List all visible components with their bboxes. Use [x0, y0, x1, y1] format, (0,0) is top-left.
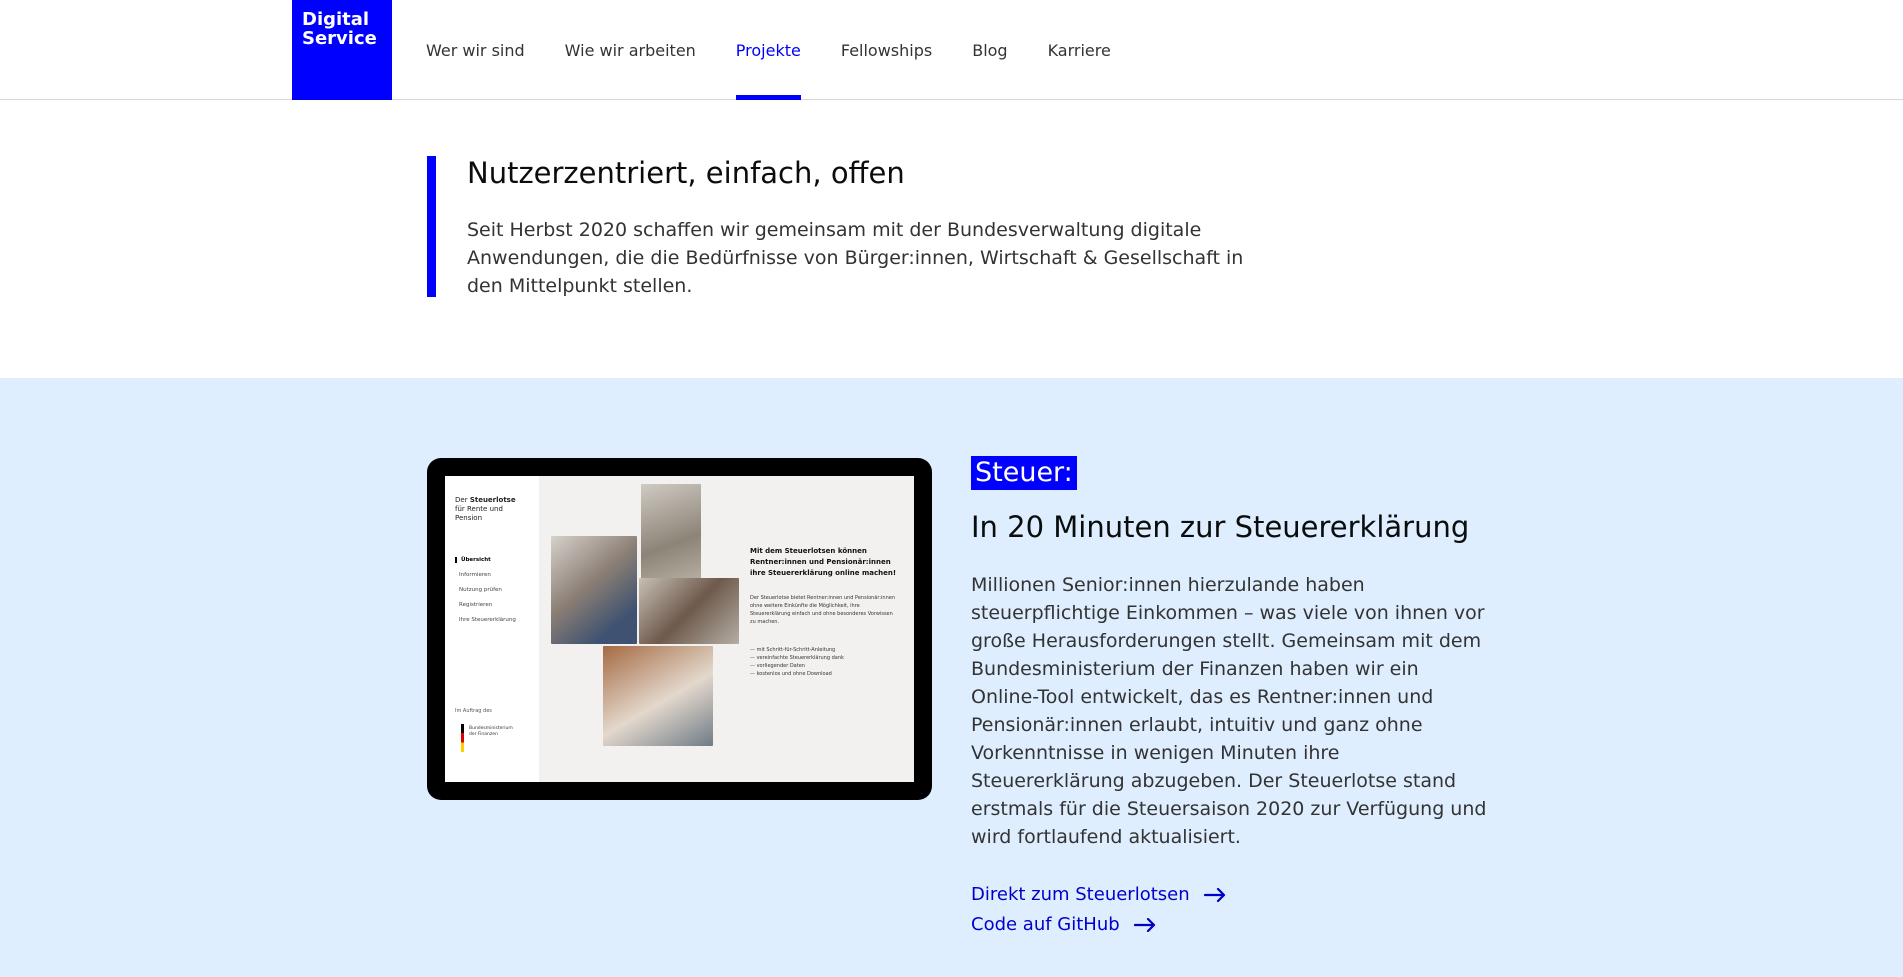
screenshot-bullet: kostenlos und ohne Download: [750, 670, 900, 678]
screenshot-bullet: vereinfachte Steuererklärung dank: [750, 654, 900, 662]
federal-flag-icon: [461, 724, 464, 752]
screenshot-brand-prefix: Der: [455, 496, 470, 504]
screenshot-main: Mit dem Steuerlotsen können Rentner:inne…: [539, 476, 914, 782]
ministry-logo: Bundesministerium der Finanzen: [469, 726, 513, 738]
intro-title: Nutzerzentriert, einfach, offen: [467, 156, 905, 190]
project-title: In 20 Minuten zur Steuererklärung: [971, 510, 1470, 544]
nav-item-blog[interactable]: Blog: [972, 0, 1007, 100]
screenshot-bullet: vorliegender Daten: [750, 662, 900, 670]
main-nav: Wer wir sind Wie wir arbeiten Projekte F…: [426, 0, 1151, 100]
nav-item-wie-wir-arbeiten[interactable]: Wie wir arbeiten: [565, 0, 696, 100]
nav-item-fellowships[interactable]: Fellowships: [841, 0, 932, 100]
nav-item-karriere[interactable]: Karriere: [1048, 0, 1111, 100]
project-tag: Steuer:: [971, 456, 1077, 490]
tablet-screen: Der Steuerlotse für Rente und Pension Üb…: [445, 476, 914, 782]
photo-woman-with-laptop: [639, 578, 739, 644]
nav-item-projekte[interactable]: Projekte: [735, 0, 801, 100]
photo-senior-with-laptop: [551, 536, 637, 644]
screenshot-menu-item: Übersicht: [455, 557, 531, 563]
photo-senior-couple: [641, 484, 701, 582]
screenshot-bullets: mit Schritt-für-Schritt-Anleitung verein…: [750, 646, 900, 678]
arrow-right-icon: [1203, 887, 1225, 902]
screenshot-menu-item: Ihre Steuererklärung: [459, 617, 516, 623]
intro-text: Seit Herbst 2020 schaffen wir gemeinsam …: [467, 219, 1244, 297]
screenshot-menu-item: Informieren: [459, 572, 491, 578]
screenshot-brand-name: Steuerlotse: [469, 496, 516, 504]
intro-section: Nutzerzentriert, einfach, offen Seit Her…: [427, 156, 1243, 297]
link-github-label: Code auf GitHub: [971, 914, 1120, 935]
link-github[interactable]: Code auf GitHub: [971, 914, 1156, 935]
site-header: Digital Service Wer wir sind Wie wir arb…: [0, 0, 1903, 100]
screenshot-footer-label: Im Auftrag des: [455, 708, 492, 714]
screenshot-sidebar: Der Steuerlotse für Rente und Pension Üb…: [445, 476, 539, 782]
screenshot-bullet: mit Schritt-für-Schritt-Anleitung: [750, 646, 900, 654]
screenshot-menu-item: Nutzung prüfen: [459, 587, 502, 593]
project-section: Der Steuerlotse für Rente und Pension Üb…: [0, 378, 1903, 977]
tablet-screenshot: Der Steuerlotse für Rente und Pension Üb…: [427, 458, 932, 800]
ministry-line-1: Bundesministerium: [469, 726, 513, 731]
nav-item-wer-wir-sind[interactable]: Wer wir sind: [426, 0, 525, 100]
screenshot-brand-sub: für Rente und Pension: [455, 505, 503, 522]
link-steuerlotse-label: Direkt zum Steuerlotsen: [971, 884, 1190, 905]
ministry-line-2: der Finanzen: [469, 732, 498, 737]
link-steuerlotse[interactable]: Direkt zum Steuerlotsen: [971, 884, 1226, 905]
screenshot-headline: Mit dem Steuerlotsen können Rentner:inne…: [750, 547, 897, 577]
arrow-right-icon: [1133, 917, 1155, 932]
project-description: Millionen Senior:innen hierzulande haben…: [971, 574, 1487, 848]
intro-accent-bar: [427, 156, 436, 297]
logo-line-1: Digital: [302, 9, 370, 30]
logo-line-2: Service: [302, 28, 377, 49]
screenshot-menu: Übersicht Informieren Nutzung prüfen Reg…: [455, 557, 531, 623]
photo-couple-with-papers: [603, 646, 713, 746]
digitalservice-logo[interactable]: Digital Service: [292, 0, 392, 100]
screenshot-body: Der Steuerlotse bietet Rentner:innen und…: [750, 595, 895, 625]
screenshot-brand: Der Steuerlotse für Rente und Pension: [455, 496, 531, 523]
screenshot-menu-item: Registrieren: [459, 602, 493, 608]
